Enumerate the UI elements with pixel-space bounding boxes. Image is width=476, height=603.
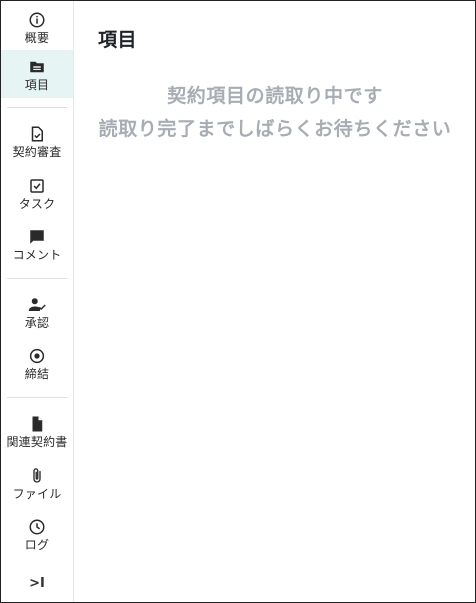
- sidebar-item-label: 概要: [24, 31, 50, 45]
- sidebar-item-label: ファイル: [12, 487, 62, 501]
- sidebar-item-items[interactable]: 項目: [1, 50, 73, 98]
- sidebar-collapse-button[interactable]: >I: [23, 573, 51, 595]
- sidebar-item-label: コメント: [12, 248, 62, 262]
- sidebar-item-label: 契約審査: [12, 145, 62, 159]
- loading-message-line1: 契約項目の読取り中です: [167, 85, 383, 107]
- loading-message-line2: 読取り完了までしばらくお待ちください: [98, 118, 452, 140]
- checkbox-icon: [28, 177, 46, 195]
- sidebar-item-log[interactable]: ログ: [1, 510, 73, 558]
- sidebar-item-files[interactable]: ファイル: [1, 459, 73, 507]
- paperclip-icon: [28, 467, 46, 485]
- sidebar-item-label: ログ: [24, 538, 50, 552]
- sidebar-item-execution[interactable]: 締結: [1, 339, 73, 387]
- sidebar-item-comments[interactable]: コメント: [1, 220, 73, 268]
- target-icon: [28, 347, 46, 365]
- sidebar-divider: [7, 278, 67, 279]
- sidebar-item-label: 項目: [24, 78, 50, 92]
- sidebar-item-contract-review[interactable]: 契約審査: [1, 117, 73, 165]
- page-title: 項目: [98, 29, 138, 51]
- sidebar: 概要 項目 契約審査 タスク コメント 承認 締結 関連契約書 ファイル ログ …: [1, 1, 74, 602]
- user-check-icon: [28, 296, 46, 314]
- sidebar-item-label: 締結: [24, 367, 50, 381]
- sidebar-item-label: タスク: [18, 197, 56, 211]
- comment-icon: [28, 228, 46, 246]
- sidebar-divider: [7, 107, 67, 108]
- info-icon: [28, 11, 46, 29]
- clock-icon: [28, 518, 46, 536]
- sidebar-item-approval[interactable]: 承認: [1, 288, 73, 336]
- file-icon: [28, 415, 46, 433]
- sidebar-divider: [7, 397, 67, 398]
- sidebar-item-overview[interactable]: 概要: [1, 3, 73, 51]
- folder-open-icon: [28, 58, 46, 76]
- sidebar-item-tasks[interactable]: タスク: [1, 169, 73, 217]
- sidebar-item-label: 関連契約書: [6, 435, 68, 449]
- sidebar-item-related-contracts[interactable]: 関連契約書: [1, 407, 73, 455]
- app-window: 概要 項目 契約審査 タスク コメント 承認 締結 関連契約書 ファイル ログ …: [0, 0, 476, 603]
- document-check-icon: [28, 125, 46, 143]
- sidebar-item-label: 承認: [24, 316, 50, 330]
